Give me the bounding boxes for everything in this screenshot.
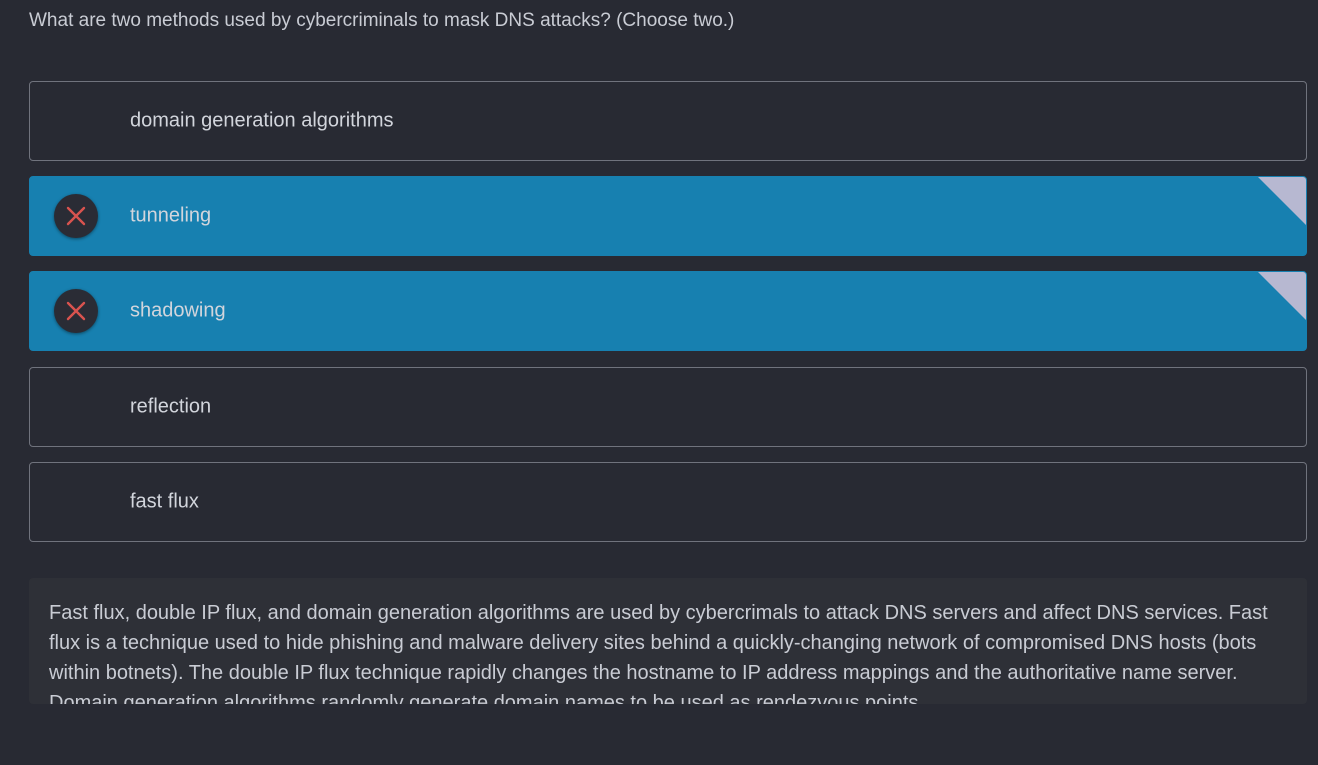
- close-icon: [66, 206, 86, 226]
- explanation-text: Fast flux, double IP flux, and domain ge…: [49, 602, 1268, 704]
- option-reflection[interactable]: reflection: [29, 367, 1307, 447]
- question-text: What are two methods used by cybercrimin…: [29, 10, 735, 31]
- option-tunneling[interactable]: tunneling: [29, 176, 1307, 256]
- incorrect-mark: [54, 289, 98, 333]
- close-icon: [66, 301, 86, 321]
- explanation-panel: Fast flux, double IP flux, and domain ge…: [29, 578, 1307, 704]
- option-label: reflection: [130, 395, 212, 418]
- option-label: shadowing: [130, 299, 226, 322]
- option-label: domain generation algorithms: [130, 109, 394, 132]
- selected-corner-flag: [1258, 272, 1306, 320]
- option-label: tunneling: [130, 204, 212, 227]
- selected-corner-flag: [1258, 177, 1306, 225]
- option-fast-flux[interactable]: fast flux: [29, 462, 1307, 542]
- option-domain-generation-algorithms[interactable]: domain generation algorithms: [29, 81, 1307, 161]
- incorrect-mark: [54, 194, 98, 238]
- option-label: fast flux: [130, 490, 199, 513]
- option-shadowing[interactable]: shadowing: [29, 271, 1307, 351]
